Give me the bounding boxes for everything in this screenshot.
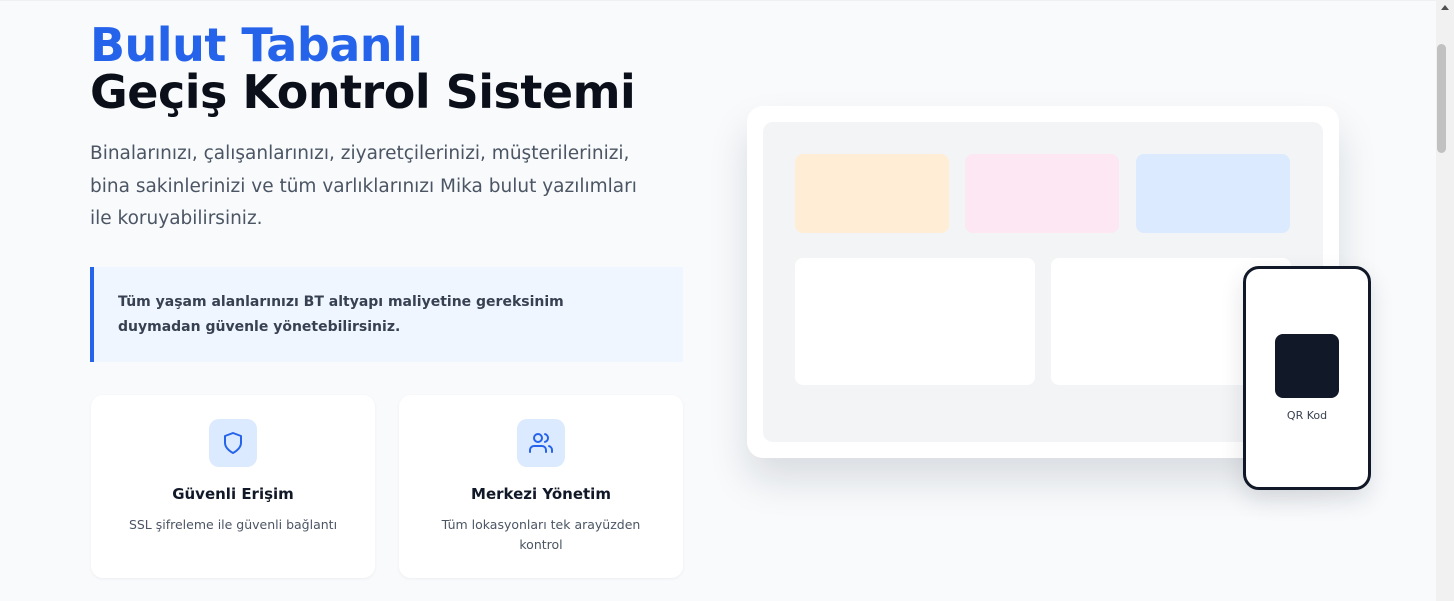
page-scrollbar[interactable] — [1436, 0, 1454, 601]
dashboard-tile-blue — [1136, 154, 1290, 233]
feature-icon-box — [517, 419, 565, 467]
feature-card-secure-access: Güvenli Erişim SSL şifreleme ile güvenli… — [91, 395, 375, 578]
dashboard-screen — [763, 122, 1323, 442]
feature-description: Tüm lokasyonları tek arayüzden kontrol — [441, 517, 641, 552]
feature-icon-box — [209, 419, 257, 467]
scroll-up-arrow-icon[interactable] — [1441, 5, 1449, 10]
hero-title: Geçiş Kontrol Sistemi — [90, 65, 636, 119]
users-icon — [529, 433, 553, 453]
phone-mockup: QR Kod — [1243, 266, 1371, 490]
feature-title: Güvenli Erişim — [172, 485, 294, 503]
feature-title: Merkezi Yönetim — [471, 485, 611, 503]
callout-text: Tüm yaşam alanlarınızı BT altyapı maliye… — [118, 294, 564, 335]
shield-icon — [224, 432, 242, 454]
info-callout: Tüm yaşam alanlarınızı BT altyapı maliye… — [90, 267, 683, 362]
qr-code-icon — [1275, 334, 1339, 398]
dashboard-panel — [795, 258, 1035, 385]
top-border — [0, 0, 1436, 1]
qr-label: QR Kod — [1286, 409, 1328, 422]
hero-description: Binalarınızı, çalışanlarınızı, ziyaretçi… — [90, 143, 637, 229]
feature-description: SSL şifreleme ile güvenli bağlantı — [128, 517, 338, 532]
dashboard-tile-pink — [965, 154, 1119, 233]
scrollbar-thumb[interactable] — [1437, 44, 1446, 153]
hero-title-accent: Bulut Tabanlı — [90, 18, 423, 72]
feature-card-central-management: Merkezi Yönetim Tüm lokasyonları tek ara… — [399, 395, 683, 578]
dashboard-tile-orange — [795, 154, 949, 233]
